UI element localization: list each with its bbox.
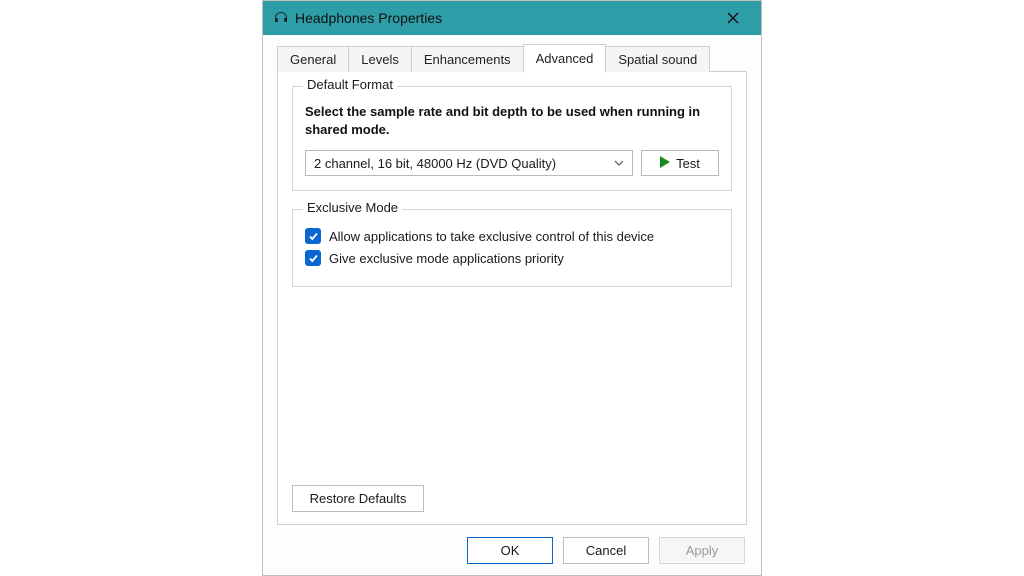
tab-levels[interactable]: Levels: [348, 46, 412, 72]
default-format-legend: Default Format: [303, 77, 397, 92]
exclusive-priority-label: Give exclusive mode applications priorit…: [329, 251, 564, 266]
test-label: Test: [676, 156, 700, 171]
default-format-description: Select the sample rate and bit depth to …: [305, 103, 719, 138]
format-row: 2 channel, 16 bit, 48000 Hz (DVD Quality…: [305, 150, 719, 176]
cancel-label: Cancel: [586, 543, 626, 558]
test-button[interactable]: Test: [641, 150, 719, 176]
apply-button[interactable]: Apply: [659, 537, 745, 564]
exclusive-priority-checkbox-row[interactable]: Give exclusive mode applications priorit…: [305, 250, 719, 266]
play-icon: [660, 156, 670, 171]
titlebar: Headphones Properties: [263, 1, 761, 35]
sample-rate-select[interactable]: 2 channel, 16 bit, 48000 Hz (DVD Quality…: [305, 150, 633, 176]
exclusive-mode-group: Exclusive Mode Allow applications to tak…: [292, 209, 732, 287]
allow-exclusive-checkbox-row[interactable]: Allow applications to take exclusive con…: [305, 228, 719, 244]
ok-button[interactable]: OK: [467, 537, 553, 564]
tabs: General Levels Enhancements Advanced Spa…: [277, 43, 747, 72]
tab-advanced[interactable]: Advanced: [523, 44, 607, 73]
chevron-down-icon: [614, 158, 624, 169]
allow-exclusive-label: Allow applications to take exclusive con…: [329, 229, 654, 244]
restore-defaults-button[interactable]: Restore Defaults: [292, 485, 424, 512]
tab-spatial-sound[interactable]: Spatial sound: [605, 46, 710, 72]
default-format-group: Default Format Select the sample rate an…: [292, 86, 732, 191]
tab-panel-advanced: Default Format Select the sample rate an…: [277, 71, 747, 525]
window-title: Headphones Properties: [289, 10, 713, 26]
dialog-footer: OK Cancel Apply: [263, 525, 761, 575]
ok-label: OK: [501, 543, 520, 558]
tab-enhancements[interactable]: Enhancements: [411, 46, 524, 72]
dialog-content: General Levels Enhancements Advanced Spa…: [263, 35, 761, 525]
cancel-button[interactable]: Cancel: [563, 537, 649, 564]
sample-rate-value: 2 channel, 16 bit, 48000 Hz (DVD Quality…: [314, 156, 556, 171]
checkbox-checked-icon: [305, 228, 321, 244]
tab-general[interactable]: General: [277, 46, 349, 72]
restore-defaults-label: Restore Defaults: [310, 491, 407, 506]
checkbox-checked-icon: [305, 250, 321, 266]
apply-label: Apply: [686, 543, 719, 558]
properties-dialog: Headphones Properties General Levels Enh…: [262, 0, 762, 576]
exclusive-mode-legend: Exclusive Mode: [303, 200, 402, 215]
spacer: [292, 305, 732, 485]
headphones-icon: [273, 9, 289, 28]
close-button[interactable]: [713, 4, 753, 32]
